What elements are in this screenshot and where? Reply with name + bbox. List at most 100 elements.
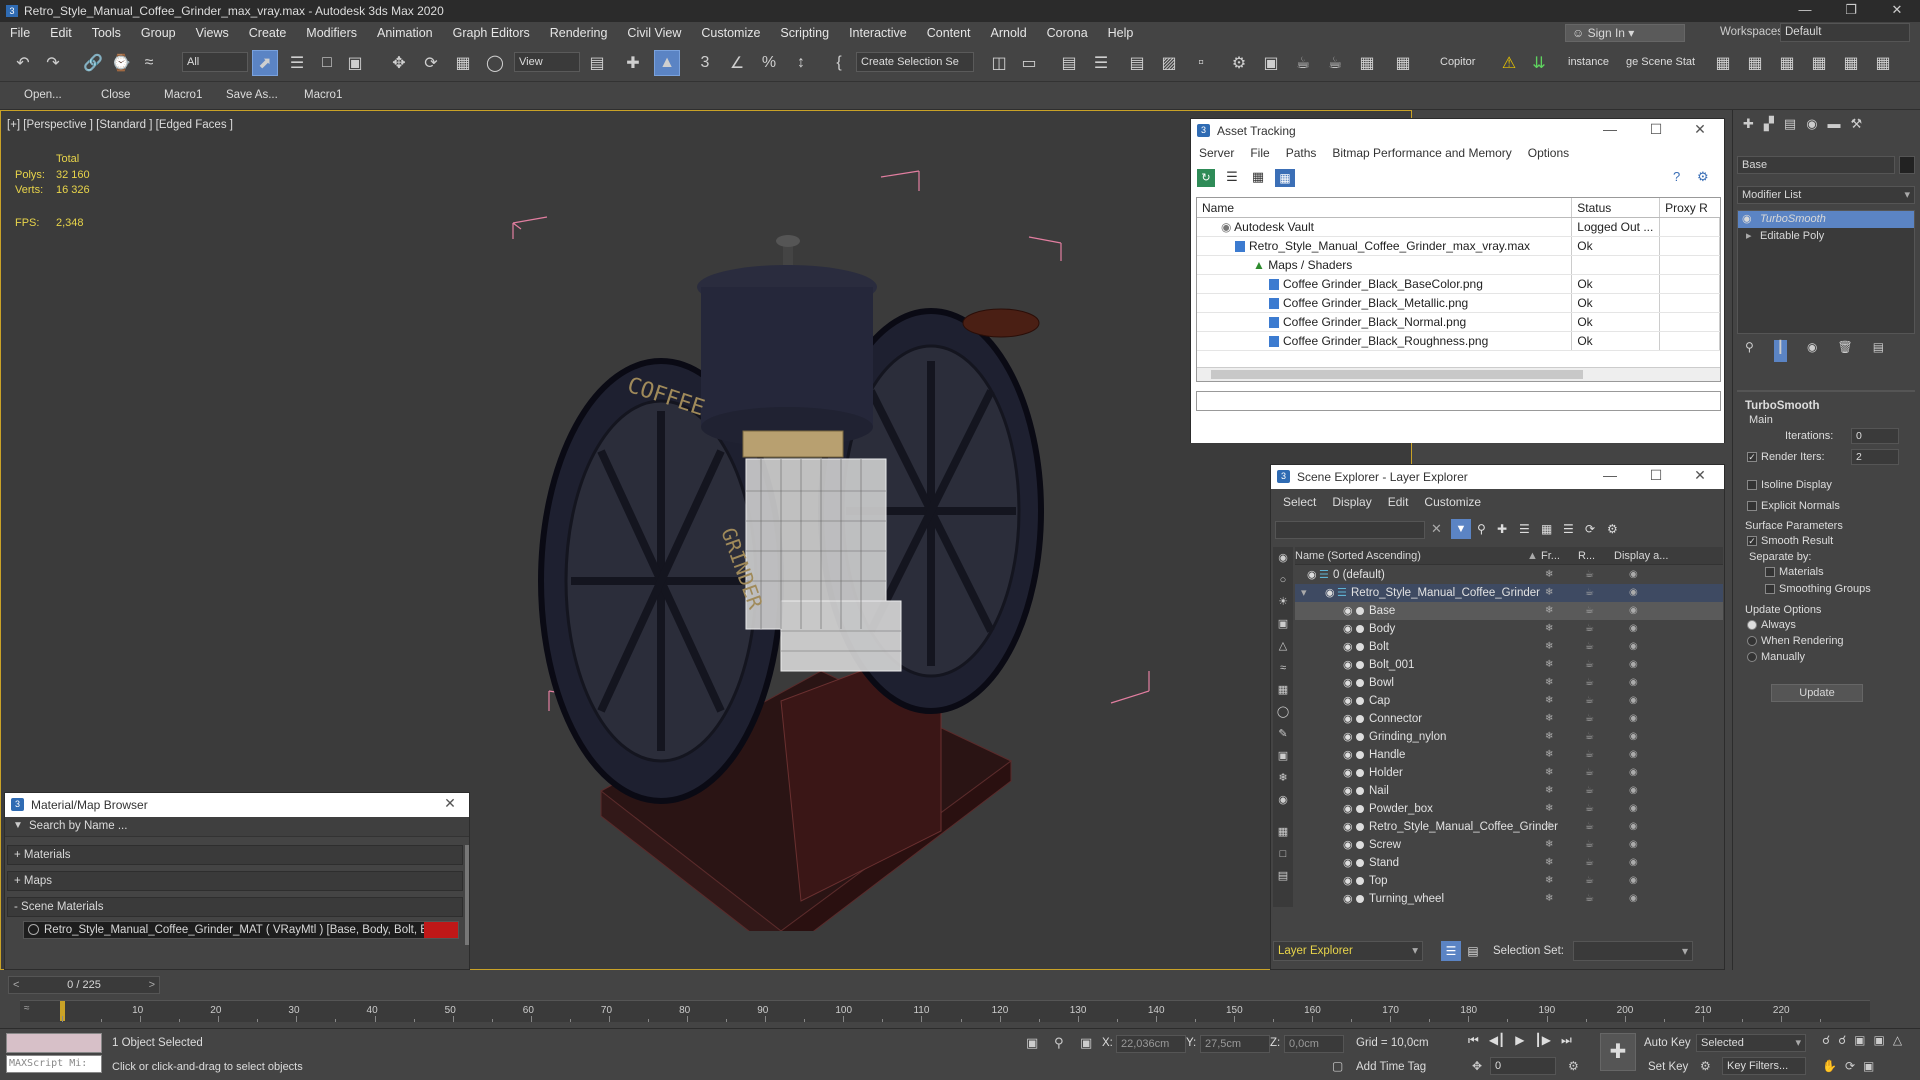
hierarchy-mode-icon[interactable]: ▤ — [1463, 941, 1483, 961]
menu-content[interactable]: Content — [917, 22, 981, 44]
display-mode-icon[interactable]: ◉ — [1629, 800, 1638, 818]
macro1-button-2[interactable]: Macro1 — [304, 89, 342, 101]
column-display[interactable]: Display a... — [1614, 547, 1668, 565]
column-name[interactable]: Name — [1197, 198, 1573, 217]
material-search-bar[interactable]: ▼ Search by Name ... — [5, 817, 469, 837]
menu-modifiers[interactable]: Modifiers — [296, 22, 367, 44]
curve-editor-icon[interactable]: ▤ — [1124, 50, 1150, 76]
material-scrollbar[interactable] — [465, 845, 469, 945]
render-teapot-icon[interactable]: ☕ — [1585, 890, 1594, 906]
edit-named-selection-icon[interactable]: { — [826, 50, 852, 76]
visibility-eye-icon[interactable]: ◉ — [1307, 566, 1317, 584]
render-activeshade-icon[interactable]: ▦ — [1354, 50, 1380, 76]
scene-object-row[interactable]: ◉ Stand ❄ ☕ ◉ — [1295, 854, 1723, 872]
freeze-icon[interactable]: ❄ — [1545, 728, 1553, 746]
menu-file[interactable]: File — [1242, 146, 1277, 160]
display-mode-icon[interactable]: ◉ — [1629, 818, 1638, 836]
display-containers-icon[interactable]: ▣ — [1273, 745, 1293, 767]
selection-filter-dropdown[interactable]: All — [182, 52, 248, 72]
display-helpers-icon[interactable]: △ — [1273, 635, 1293, 657]
pin-icon[interactable]: ⚙ — [1697, 169, 1709, 185]
scene-object-row[interactable]: ◉ Retro_Style_Manual_Coffee_Grinder ❄ ☕ ◉ — [1295, 818, 1723, 836]
select-object-icon[interactable]: ⬈ — [252, 50, 278, 76]
stack-icon[interactable]: ☰ — [1563, 522, 1574, 536]
menu-help[interactable]: Help — [1098, 22, 1144, 44]
pivot-center-icon[interactable]: ▤ — [584, 50, 610, 76]
render-teapot-icon[interactable]: ☕ — [1585, 620, 1594, 638]
render-teapot-icon[interactable]: ☕ — [1585, 800, 1594, 818]
display-mode-icon[interactable]: ◉ — [1629, 692, 1638, 710]
scene-object-row[interactable]: ◉ Cap ❄ ☕ ◉ — [1295, 692, 1723, 710]
menu-paths[interactable]: Paths — [1278, 146, 1325, 160]
freeze-icon[interactable]: ❄ — [1545, 620, 1553, 638]
render-teapot-icon[interactable]: ☕ — [1585, 728, 1594, 746]
horizontal-scrollbar[interactable] — [1197, 367, 1720, 381]
menu-bitmap-performance[interactable]: Bitmap Performance and Memory — [1324, 146, 1519, 160]
asset-row[interactable]: Coffee Grinder_Black_Normal.png Ok — [1197, 313, 1720, 332]
minimize-button[interactable]: — — [1782, 0, 1828, 22]
visibility-eye-icon[interactable]: ◉ — [1343, 656, 1353, 674]
stack-item-turbosmooth[interactable]: ◉ TurboSmooth — [1738, 211, 1914, 228]
display-shapes-icon[interactable]: ○ — [1273, 569, 1293, 591]
undo-icon[interactable]: ↶ — [10, 50, 36, 76]
object-color-swatch[interactable] — [1899, 156, 1915, 174]
group-maps[interactable]: + Maps — [7, 871, 463, 891]
scene-material-item[interactable]: Retro_Style_Manual_Coffee_Grinder_MAT ( … — [23, 921, 459, 939]
list-view-icon[interactable]: ☰ — [1223, 169, 1241, 187]
render-iters-spinner[interactable]: 2 — [1851, 449, 1899, 465]
render-production-icon[interactable]: ☕ — [1290, 50, 1316, 76]
column-renderable[interactable]: R... — [1578, 547, 1595, 565]
display-cameras-icon[interactable]: ▣ — [1273, 613, 1293, 635]
mirror-icon[interactable]: ◫ — [986, 50, 1012, 76]
modifier-list-dropdown[interactable]: Modifier List ▾ — [1737, 186, 1915, 204]
freeze-icon[interactable]: ❄ — [1545, 746, 1553, 764]
save-as-button[interactable]: Save As... — [226, 89, 278, 101]
vray-proxy-icon[interactable]: ▦ — [1806, 50, 1832, 76]
visibility-eye-icon[interactable]: ◉ — [1343, 872, 1353, 890]
column-proxy[interactable]: Proxy R — [1660, 198, 1720, 217]
minimize-icon[interactable]: — — [1595, 121, 1625, 137]
curve-editor-mini-icon[interactable]: ≈ — [24, 1003, 30, 1014]
update-when-rendering-radio[interactable] — [1747, 636, 1757, 646]
key-selection-dropdown[interactable]: Selected ▾ — [1696, 1034, 1806, 1052]
display-all-icon[interactable]: ▦ — [1273, 821, 1293, 843]
vray-lights-icon[interactable]: ▦ — [1742, 50, 1768, 76]
add-time-tag[interactable]: Add Time Tag — [1356, 1061, 1426, 1073]
go-to-end-icon[interactable]: ⏭ — [1561, 1033, 1572, 1053]
layer-explorer-toggle-icon[interactable]: ☰ — [1088, 50, 1114, 76]
render-iters-checkbox[interactable]: ✓ — [1747, 452, 1757, 462]
update-manually-radio[interactable] — [1747, 652, 1757, 662]
separate-materials-checkbox[interactable] — [1765, 567, 1775, 577]
visibility-eye-icon[interactable]: ◉ — [1343, 746, 1353, 764]
selection-set-dropdown[interactable]: ▾ — [1573, 941, 1693, 961]
scene-explorer-toggle-icon[interactable]: ▤ — [1056, 50, 1082, 76]
vray-sphere-icon[interactable]: ▦ — [1838, 50, 1864, 76]
display-frozen-icon[interactable]: ❄ — [1273, 767, 1293, 789]
maximize-viewport-icon[interactable]: ▣ — [1863, 1059, 1874, 1077]
menu-interactive[interactable]: Interactive — [839, 22, 917, 44]
window-crossing-icon[interactable]: ▣ — [342, 50, 368, 76]
render-teapot-icon[interactable]: ☕ — [1585, 602, 1594, 620]
scene-object-row[interactable]: ◉ Bolt_001 ❄ ☕ ◉ — [1295, 656, 1723, 674]
scene-object-row[interactable]: ◉ Nail ❄ ☕ ◉ — [1295, 782, 1723, 800]
render-teapot-icon[interactable]: ☕ — [1585, 764, 1594, 782]
freeze-icon[interactable]: ❄ — [1545, 566, 1553, 584]
asset-row[interactable]: Coffee Grinder_Black_Metallic.png Ok — [1197, 294, 1720, 313]
field-of-view-icon[interactable]: △ — [1893, 1033, 1902, 1051]
column-name[interactable]: Name (Sorted Ascending) — [1295, 547, 1421, 565]
display-mode-icon[interactable]: ◉ — [1629, 566, 1638, 584]
display-lights-icon[interactable]: ☀ — [1273, 591, 1293, 613]
asset-row[interactable]: Retro_Style_Manual_Coffee_Grinder_max_vr… — [1197, 237, 1720, 256]
key-filters-button[interactable]: Key Filters... — [1722, 1057, 1806, 1075]
layers-icon[interactable]: ☰ — [1519, 522, 1530, 536]
display-mode-icon[interactable]: ◉ — [1629, 674, 1638, 692]
settings-icon[interactable]: ⚙ — [1607, 522, 1618, 536]
modify-tab-icon[interactable]: ▞ — [1764, 116, 1774, 138]
utilities-tab-icon[interactable]: ⚒ — [1851, 116, 1863, 138]
align-icon[interactable]: ▭ — [1016, 50, 1042, 76]
time-slider[interactable]: < 0 / 225 > — [8, 976, 160, 994]
schematic-view-icon[interactable]: ▨ — [1156, 50, 1182, 76]
menu-tools[interactable]: Tools — [82, 22, 131, 44]
eye-icon[interactable]: ◉ — [1742, 211, 1752, 228]
freeze-icon[interactable]: ❄ — [1545, 782, 1553, 800]
